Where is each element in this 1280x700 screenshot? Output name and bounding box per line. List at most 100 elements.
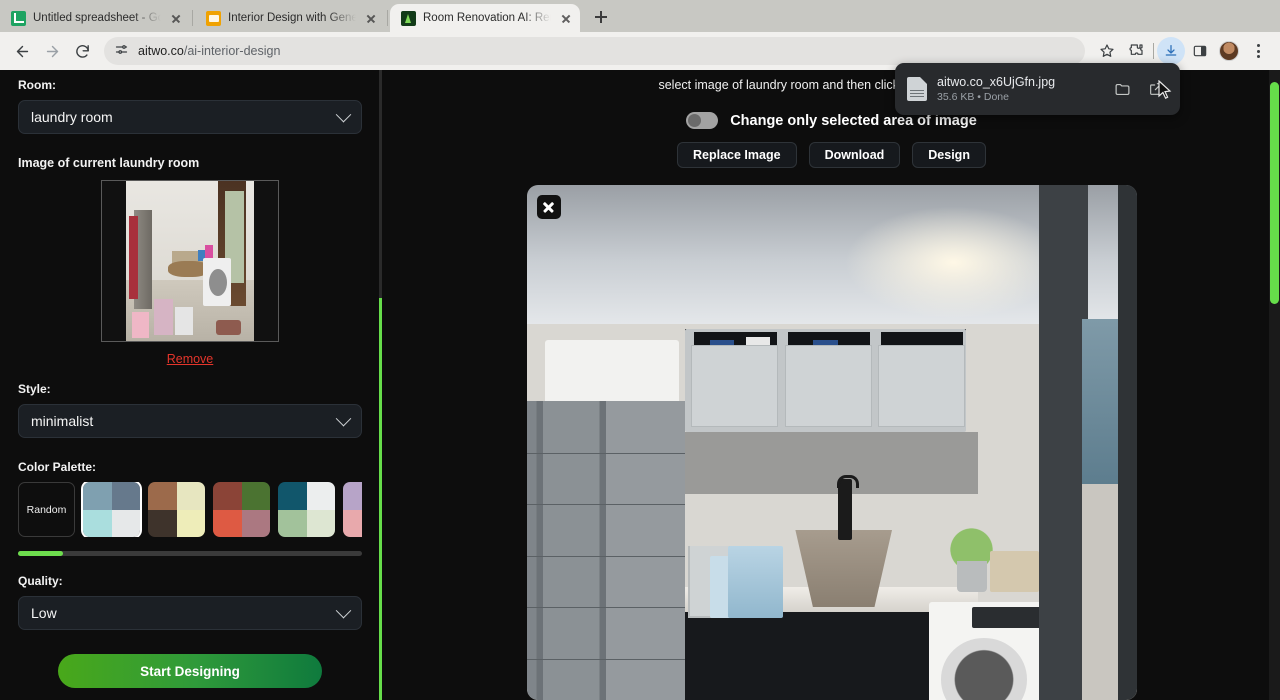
palette-color-3: [112, 510, 141, 538]
quality-select-value: Low: [31, 605, 57, 621]
mouse-cursor: [1158, 80, 1172, 105]
palette-color-2: [343, 510, 362, 538]
page-scrollbar-thumb[interactable]: [1270, 82, 1279, 304]
orange-app-icon: [206, 11, 221, 26]
page-content: Room: laundry room Image of current laun…: [0, 70, 1280, 700]
tab-title: Untitled spreadsheet - Googl: [33, 12, 161, 24]
sheets-icon: [11, 11, 26, 26]
tab-interior-design[interactable]: Interior Design with Generati: [195, 4, 385, 32]
change-selected-area-toggle[interactable]: [686, 112, 718, 129]
palette-color-3: [177, 510, 206, 538]
forward-arrow-icon[interactable]: [38, 37, 66, 65]
palette-color-3: [242, 510, 271, 538]
main-preview-panel: select image of laundry room and then cl…: [383, 70, 1280, 700]
palette-swatch-Random[interactable]: Random: [18, 482, 75, 537]
style-select-value: minimalist: [31, 413, 93, 429]
tab-strip: Untitled spreadsheet - Googl Interior De…: [0, 0, 1280, 32]
design-button[interactable]: Design: [912, 142, 986, 168]
room-label: Room:: [18, 78, 362, 92]
tab-close-icon[interactable]: [558, 10, 574, 26]
palette-random-label: Random: [27, 504, 67, 516]
generated-image-card[interactable]: [527, 185, 1137, 700]
tab-separator: [192, 10, 193, 26]
download-button[interactable]: Download: [809, 142, 901, 168]
tab-close-icon[interactable]: [363, 10, 379, 26]
replace-image-button[interactable]: Replace Image: [677, 142, 797, 168]
puzzle-piece-icon[interactable]: [1122, 37, 1150, 65]
tab-title: Room Renovation AI: Renovat: [423, 12, 551, 24]
reload-icon[interactable]: [68, 37, 96, 65]
site-settings-icon[interactable]: [114, 42, 129, 60]
chevron-down-icon: [336, 106, 352, 122]
side-panel-icon[interactable]: [1186, 37, 1214, 65]
toolbar-right-actions: [1093, 37, 1272, 65]
three-dot-menu-icon[interactable]: [1244, 37, 1272, 65]
download-status: 35.6 KB • Done: [937, 91, 1100, 103]
tab-title: Interior Design with Generati: [228, 12, 356, 24]
palette-swatch-blue-grey[interactable]: [83, 482, 140, 537]
palette-scrollbar[interactable]: [18, 551, 362, 556]
palette-color-0: [213, 482, 242, 510]
palette-color-0: [278, 482, 307, 510]
current-image-wrapper: [18, 180, 362, 342]
palette-swatch-lilac-rose[interactable]: [343, 482, 362, 537]
style-label: Style:: [18, 382, 362, 396]
aitwo-icon: [401, 11, 416, 26]
jpg-file-icon: [907, 77, 927, 101]
chevron-down-icon: [336, 410, 352, 426]
url-host: aitwo.co: [138, 44, 184, 58]
toolbar-separator: [1153, 43, 1154, 59]
thumbnail-photo: [126, 181, 254, 341]
palette-color-0: [148, 482, 177, 510]
star-icon[interactable]: [1093, 37, 1121, 65]
room-select[interactable]: laundry room: [18, 100, 362, 134]
quality-select[interactable]: Low: [18, 596, 362, 630]
palette-color-1: [242, 482, 271, 510]
download-file-name: aitwo.co_x6UjGfn.jpg: [937, 75, 1100, 89]
address-bar[interactable]: aitwo.co/ai-interior-design: [104, 37, 1085, 65]
folder-icon[interactable]: [1110, 77, 1134, 101]
download-icon[interactable]: [1157, 37, 1185, 65]
palette-color-2: [278, 510, 307, 538]
palette-color-1: [307, 482, 336, 510]
image-section-label: Image of current laundry room: [18, 156, 362, 170]
tab-room-renovation-ai[interactable]: Room Renovation AI: Renovat: [390, 4, 580, 32]
start-designing-button[interactable]: Start Designing: [58, 654, 322, 688]
panel-divider: [379, 70, 382, 298]
download-bubble[interactable]: aitwo.co_x6UjGfn.jpg 35.6 KB • Done: [895, 63, 1180, 115]
url-path: /ai-interior-design: [184, 44, 281, 58]
profile-avatar[interactable]: [1215, 37, 1243, 65]
palette-scrollbar-thumb[interactable]: [18, 551, 63, 556]
new-tab-button[interactable]: [588, 4, 614, 30]
browser-window: Untitled spreadsheet - Googl Interior De…: [0, 0, 1280, 700]
palette-color-1: [177, 482, 206, 510]
sidebar-scrollbar-thumb[interactable]: [379, 298, 382, 700]
palette-label: Color Palette:: [18, 460, 362, 474]
back-arrow-icon[interactable]: [8, 37, 36, 65]
palette-color-2: [83, 510, 112, 538]
tab-untitled-spreadsheet[interactable]: Untitled spreadsheet - Googl: [0, 4, 190, 32]
image-action-buttons: Replace Image Download Design: [677, 142, 986, 168]
close-icon[interactable]: [537, 195, 561, 219]
chevron-down-icon: [336, 602, 352, 618]
tab-close-icon[interactable]: [168, 10, 184, 26]
palette-swatch-rust-olive[interactable]: [213, 482, 270, 537]
color-palette-list[interactable]: Random: [18, 482, 362, 537]
palette-color-3: [307, 510, 336, 538]
toggle-knob: [688, 114, 701, 127]
quality-label: Quality:: [18, 574, 362, 588]
style-select[interactable]: minimalist: [18, 404, 362, 438]
page-scrollbar[interactable]: [1269, 70, 1280, 700]
design-controls-sidebar: Room: laundry room Image of current laun…: [0, 70, 380, 700]
palette-color-0: [343, 482, 362, 510]
palette-color-1: [112, 482, 141, 510]
download-meta: aitwo.co_x6UjGfn.jpg 35.6 KB • Done: [937, 75, 1100, 103]
palette-swatch-teal-sage[interactable]: [278, 482, 335, 537]
room-select-value: laundry room: [31, 109, 113, 125]
remove-image-link[interactable]: Remove: [18, 352, 362, 366]
tab-separator: [387, 10, 388, 26]
current-room-thumbnail[interactable]: [101, 180, 279, 342]
palette-color-2: [148, 510, 177, 538]
palette-color-0: [83, 482, 112, 510]
palette-swatch-earth-cream[interactable]: [148, 482, 205, 537]
